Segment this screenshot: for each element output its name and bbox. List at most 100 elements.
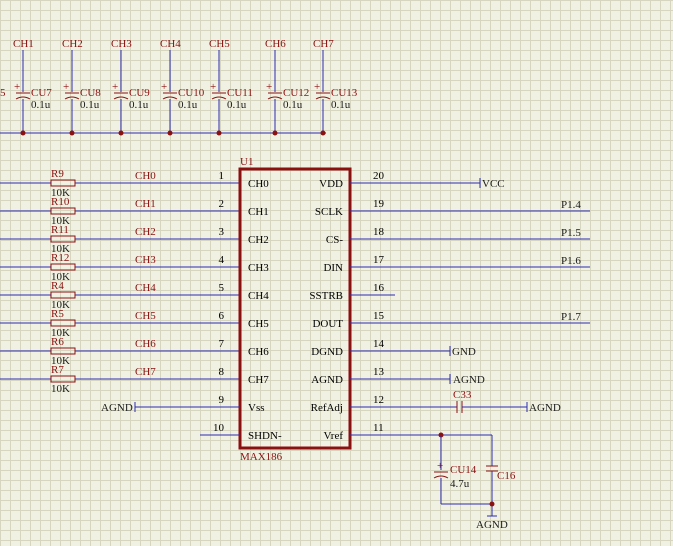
resistor-body: [50, 319, 76, 327]
p15-label: P1.5: [561, 227, 581, 239]
pin-number: 16: [373, 282, 385, 294]
resistor-ref: R11: [51, 224, 69, 236]
cap-net-label: CH2: [62, 38, 83, 50]
cap-value-label: 0.1u: [80, 99, 100, 111]
cap-net-label: CH5: [209, 38, 230, 50]
cap-junction: [167, 130, 173, 136]
right-nets: VCC P1.4 P1.5 P1.6 P1.7 GND AGND C33 AGN…: [350, 178, 590, 531]
pin-name: CH0: [248, 178, 269, 190]
cap-junction: [69, 130, 75, 136]
cap-value-label: 0.1u: [227, 99, 247, 111]
pin-number: 2: [219, 198, 225, 210]
resistor-body: [50, 235, 76, 243]
pin-number: 12: [373, 394, 384, 406]
cap-ref-label: CU10: [178, 87, 205, 99]
cap-plus-label: +: [314, 81, 320, 93]
channel-net-label: CH5: [135, 310, 156, 322]
pin-name: AGND: [311, 374, 343, 386]
top-capacitors: CH1+ CU70.1uCH2+ CU80.1uCH3+ CU90.1uCH4+ CU1…: [13, 38, 358, 136]
channel-net-label: CH4: [135, 282, 156, 294]
pin-number: 20: [373, 170, 385, 182]
cap-net-label: CH1: [13, 38, 34, 50]
pin-name: CH3: [248, 262, 269, 274]
refadj-agnd-label: AGND: [529, 402, 561, 414]
cap-plate-b: [113, 96, 129, 100]
pin-name: SCLK: [315, 206, 343, 218]
gnd-label: GND: [452, 346, 476, 358]
pin-number: 8: [219, 366, 225, 378]
cap-net-label: CH4: [160, 38, 181, 50]
bottom-agnd-label: AGND: [476, 519, 508, 531]
pin-name: CH2: [248, 234, 269, 246]
cap-plus-label: +: [266, 81, 272, 93]
resistor-body: [50, 263, 76, 271]
cap-plus-label: +: [112, 81, 118, 93]
pin-number: 4: [219, 254, 225, 266]
resistor-ref: R5: [51, 308, 64, 320]
pin-number: 7: [219, 338, 225, 350]
resistor-body: [50, 291, 76, 299]
pin-number: 3: [219, 226, 225, 238]
resistor-ref: R4: [51, 280, 64, 292]
p14-label: P1.4: [561, 199, 581, 211]
pin-number: 13: [373, 366, 385, 378]
c33-label: C33: [453, 389, 472, 401]
resistor-body: [50, 207, 76, 215]
schematic-diagram: 5 CH1+ CU70.1uCH2+ CU80.1uCH3+ CU90.1uCH4+ C…: [0, 38, 590, 531]
channel-net-label: CH6: [135, 338, 156, 350]
pin-name: VDD: [319, 178, 343, 190]
resistor-ref: R6: [51, 336, 64, 348]
cap-ref-label: CU13: [331, 87, 358, 99]
cap-ref-label: CU9: [129, 87, 150, 99]
pin-number: 1: [219, 170, 225, 182]
agnd-label: AGND: [453, 374, 485, 386]
cap-junction: [216, 130, 222, 136]
pin-name: Vss: [248, 402, 265, 414]
pin-name: CH4: [248, 290, 269, 302]
vcc-label: VCC: [482, 178, 505, 190]
cap-ref-label: CU7: [31, 87, 52, 99]
cap-junction: [118, 130, 124, 136]
pin-name: RefAdj: [311, 402, 343, 414]
pin-number: 6: [219, 310, 225, 322]
cap-plate-b: [162, 96, 178, 100]
cap-plate-b: [15, 96, 31, 100]
cap-junction: [272, 130, 278, 136]
pin-number: 14: [373, 338, 385, 350]
cap-plus-label: +: [63, 81, 69, 93]
resistor-ref: R12: [51, 252, 69, 264]
cu14-ref: CU14: [450, 464, 477, 476]
top-capacitor-row: 5 CH1+ CU70.1uCH2+ CU80.1uCH3+ CU90.1uCH4+ C…: [0, 38, 358, 136]
channel-net-label: CH1: [135, 198, 156, 210]
cu14-plate-b: [433, 475, 449, 479]
cap-plate-b: [315, 96, 331, 100]
channel-net-label: CH0: [135, 170, 156, 182]
cap-plus-label: +: [161, 81, 167, 93]
chip-part: MAX186: [240, 451, 283, 463]
input-resistors: R910KCH0R1010KCH1R1110KCH2R1210KCH3R410K…: [0, 168, 240, 395]
bottom-junction: [489, 501, 495, 507]
cap-net-label: CH3: [111, 38, 132, 50]
cap-plus-label: +: [210, 81, 216, 93]
cap-label-partial: 5: [0, 87, 6, 99]
cap-ref-label: CU8: [80, 87, 101, 99]
resistor-ref: R10: [51, 196, 70, 208]
resistor-value: 10K: [51, 383, 70, 395]
pin-name: DOUT: [312, 318, 343, 330]
vss-agnd-label: AGND: [101, 402, 133, 414]
channel-net-label: CH7: [135, 366, 156, 378]
pin-name: CH7: [248, 374, 269, 386]
pin-number: 9: [219, 394, 225, 406]
resistor-ref: R7: [51, 364, 64, 376]
p16-label: P1.6: [561, 255, 581, 267]
pin-name: Vref: [324, 430, 344, 442]
cap-ref-label: CU12: [283, 87, 309, 99]
pin-number: 5: [219, 282, 225, 294]
pin-number: 11: [373, 422, 384, 434]
pin-number: 19: [373, 198, 385, 210]
cap-plate-b: [64, 96, 80, 100]
cap-value-label: 0.1u: [283, 99, 303, 111]
cap-junction: [320, 130, 326, 136]
resistor-body: [50, 375, 76, 383]
p17-label: P1.7: [561, 311, 581, 323]
